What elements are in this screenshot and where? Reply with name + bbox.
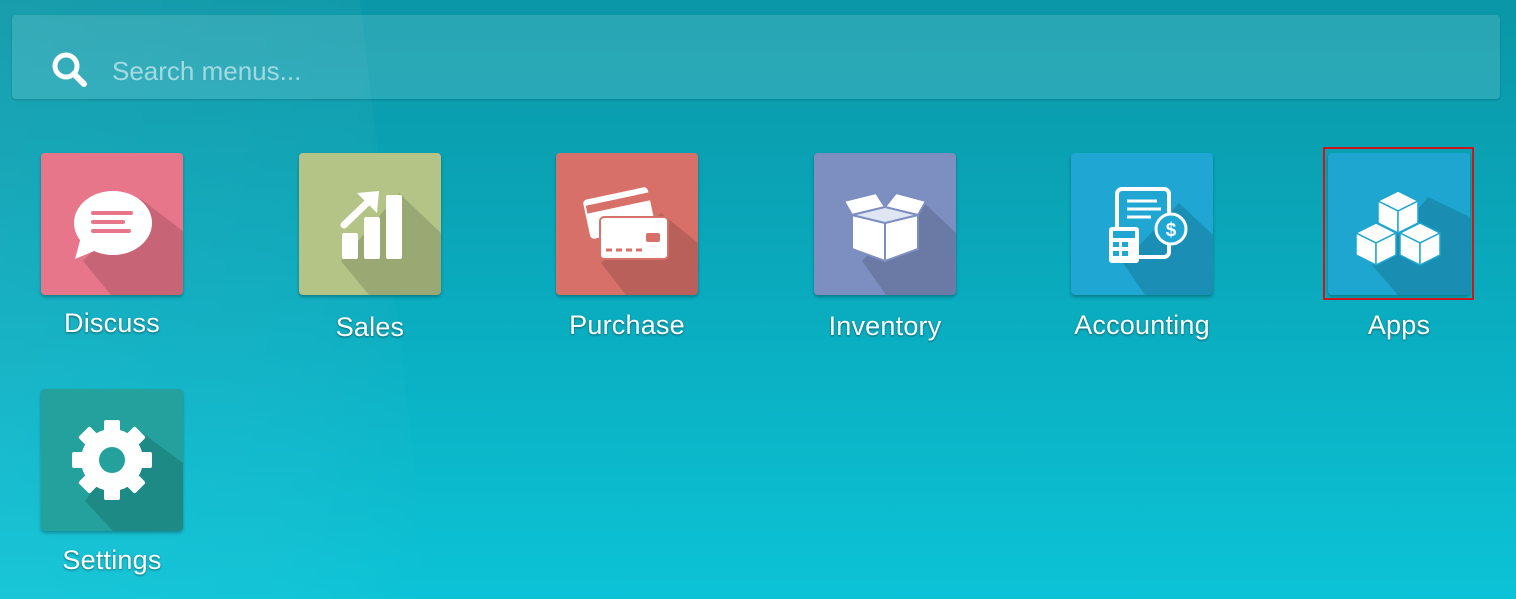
app-accounting[interactable]: $ Accounting <box>1042 153 1242 353</box>
search-bar[interactable] <box>12 15 1500 99</box>
app-settings-label: Settings <box>62 545 162 575</box>
search-icon[interactable] <box>50 51 90 91</box>
app-settings[interactable]: Settings <box>12 389 212 589</box>
app-sales-label: Sales <box>335 312 405 342</box>
app-sales-tile[interactable] <box>299 153 441 295</box>
app-inventory-tile[interactable] <box>814 153 956 295</box>
app-discuss[interactable]: Discuss <box>12 153 212 353</box>
app-discuss-label: Discuss <box>64 308 160 338</box>
app-discuss-tile[interactable] <box>41 153 183 295</box>
app-purchase-tile[interactable] <box>556 153 698 295</box>
app-accounting-tile[interactable]: $ <box>1071 153 1213 295</box>
app-sales[interactable]: Sales <box>270 153 470 353</box>
app-apps[interactable]: Apps <box>1299 153 1499 353</box>
app-inventory-label: Inventory <box>828 311 942 341</box>
app-apps-tile[interactable] <box>1328 153 1470 295</box>
svg-text:$: $ <box>1166 220 1177 241</box>
search-input[interactable] <box>110 45 1492 97</box>
app-settings-tile[interactable] <box>41 389 183 531</box>
app-purchase[interactable]: Purchase <box>527 153 727 353</box>
app-purchase-label: Purchase <box>569 310 685 340</box>
app-inventory[interactable]: Inventory <box>785 153 985 353</box>
app-accounting-label: Accounting <box>1074 310 1210 340</box>
app-apps-label: Apps <box>1367 310 1431 340</box>
